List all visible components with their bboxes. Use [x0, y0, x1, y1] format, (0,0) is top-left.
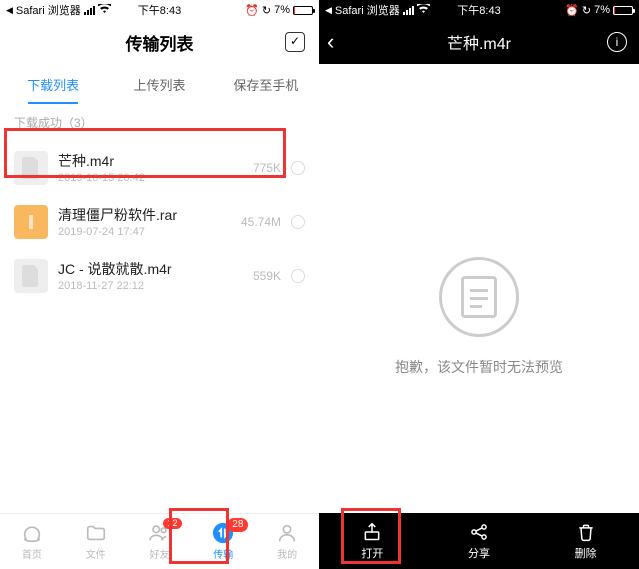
- status-time: 下午8:43: [457, 2, 500, 18]
- status-time: 下午8:43: [138, 2, 181, 18]
- tab-save[interactable]: 保存至手机: [213, 64, 319, 104]
- bottom-nav: 首页 文件 12 好友 28 传输 我的: [0, 513, 319, 569]
- file-row[interactable]: JC - 说散就散.m4r 2018-11-27 22:12 559K: [0, 249, 319, 303]
- file-date: 2019-10-15 20:42: [58, 172, 221, 184]
- phone-left: ◀ Safari 浏览器 下午8:43 ⏰ ↻ 7% 传输列表 下载列表 上传列…: [0, 0, 319, 569]
- file-icon: [14, 259, 48, 293]
- tab-upload[interactable]: 上传列表: [106, 64, 212, 104]
- nav-files[interactable]: 文件: [64, 514, 128, 569]
- file-icon: [14, 151, 48, 185]
- charge-icon: ↻: [582, 4, 591, 17]
- file-row[interactable]: 芒种.m4r 2019-10-15 20:42 775K: [0, 141, 319, 195]
- nav-home[interactable]: 首页: [0, 514, 64, 569]
- document-placeholder-icon: [439, 257, 519, 337]
- edit-icon[interactable]: [285, 32, 305, 52]
- select-circle[interactable]: [291, 269, 305, 283]
- nav-friends[interactable]: 12 好友: [128, 514, 192, 569]
- back-to-app-label[interactable]: Safari 浏览器: [16, 2, 81, 18]
- info-icon[interactable]: i: [607, 32, 627, 52]
- file-size: 45.74M: [231, 215, 281, 229]
- wifi-icon: [417, 4, 430, 17]
- file-name: 清理僵尸粉软件.rar: [58, 206, 221, 224]
- alarm-icon: ⏰: [565, 4, 579, 17]
- page-title: 芒种.m4r: [447, 30, 511, 54]
- bottom-nav: 打开 分享 删除: [319, 513, 639, 569]
- back-to-app-icon[interactable]: ◀: [325, 5, 332, 16]
- signal-icon: [403, 6, 414, 15]
- action-open[interactable]: 打开: [319, 513, 426, 569]
- action-share[interactable]: 分享: [426, 513, 533, 569]
- back-to-app-label[interactable]: Safari 浏览器: [335, 2, 400, 18]
- action-delete[interactable]: 删除: [532, 513, 639, 569]
- file-name: JC - 说散就散.m4r: [58, 260, 221, 278]
- select-circle[interactable]: [291, 161, 305, 175]
- back-to-app-icon[interactable]: ◀: [6, 5, 13, 16]
- back-icon[interactable]: ‹: [327, 29, 334, 55]
- file-date: 2018-11-27 22:12: [58, 280, 221, 292]
- wifi-icon: [98, 4, 111, 17]
- battery-pct: 7%: [274, 4, 290, 16]
- badge: 12: [163, 518, 181, 529]
- nav-me[interactable]: 我的: [255, 514, 319, 569]
- page-title: 传输列表: [126, 30, 194, 55]
- select-circle[interactable]: [291, 215, 305, 229]
- battery-icon: [293, 6, 313, 15]
- status-bar: ◀ Safari 浏览器 下午8:43 ⏰ ↻ 7%: [0, 0, 319, 20]
- nav-transfer[interactable]: 28 传输: [191, 514, 255, 569]
- battery-pct: 7%: [594, 4, 610, 16]
- section-header: 下载成功（3）: [0, 104, 319, 141]
- tabs: 下载列表 上传列表 保存至手机: [0, 64, 319, 104]
- archive-icon: [14, 205, 48, 239]
- preview-area: 抱歉，该文件暂时无法预览: [319, 64, 639, 569]
- phone-right: ◀ Safari 浏览器 下午8:43 ⏰ ↻ 7% ‹ 芒种.m4r i 抱歉…: [319, 0, 639, 569]
- badge: 28: [227, 518, 248, 532]
- empty-message: 抱歉，该文件暂时无法预览: [395, 357, 563, 377]
- status-bar: ◀ Safari 浏览器 下午8:43 ⏰ ↻ 7%: [319, 0, 639, 20]
- charge-icon: ↻: [262, 4, 271, 17]
- signal-icon: [84, 6, 95, 15]
- file-size: 559K: [231, 269, 281, 283]
- alarm-icon: ⏰: [245, 4, 259, 17]
- file-row[interactable]: 清理僵尸粉软件.rar 2019-07-24 17:47 45.74M: [0, 195, 319, 249]
- battery-icon: [613, 6, 633, 15]
- file-name: 芒种.m4r: [58, 152, 221, 170]
- header: 传输列表: [0, 20, 319, 64]
- tab-download[interactable]: 下载列表: [0, 64, 106, 104]
- header: ‹ 芒种.m4r i: [319, 20, 639, 64]
- file-size: 775K: [231, 161, 281, 175]
- file-date: 2019-07-24 17:47: [58, 226, 221, 238]
